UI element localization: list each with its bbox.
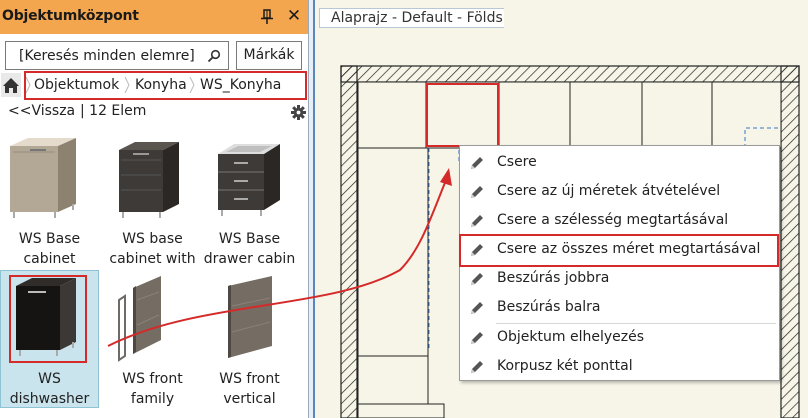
menu-item-label: Objektum elhelyezés bbox=[497, 329, 644, 345]
catalog-item-label: family bbox=[130, 391, 175, 407]
catalog-item-label: cabinet with bbox=[109, 251, 196, 267]
view-tab[interactable]: Alaprajz - Default - Földs bbox=[319, 8, 504, 28]
menu-item-replace[interactable]: Csere bbox=[460, 149, 779, 177]
search-input-value: [Keresés minden elemre] bbox=[19, 48, 195, 64]
pin-icon[interactable] bbox=[260, 9, 274, 25]
item-count: | 12 Elem bbox=[80, 103, 147, 119]
brands-button[interactable]: Márkák bbox=[236, 41, 302, 70]
pencil-icon bbox=[471, 215, 483, 227]
menu-item-highlight-annotation bbox=[459, 234, 779, 267]
base-drawer-cabinet-thumbnail bbox=[218, 144, 280, 216]
menu-item-insert-left[interactable]: Beszúrás balra bbox=[460, 294, 779, 322]
breadcrumb-highlight-annotation bbox=[24, 71, 307, 100]
pencil-icon bbox=[471, 361, 483, 373]
catalog-item-label: drawer cabin bbox=[203, 251, 296, 267]
menu-item-label: Beszúrás balra bbox=[497, 299, 601, 315]
gear-icon[interactable] bbox=[291, 105, 306, 120]
catalog-item-label: WS Base bbox=[18, 231, 81, 247]
menu-item-label: Csere az új méretek átvételével bbox=[497, 183, 721, 199]
pencil-icon bbox=[471, 273, 483, 285]
catalog-item-label: cabinet bbox=[23, 251, 76, 267]
catalog-item-label: WS front bbox=[122, 371, 183, 387]
menu-item-label: Beszúrás jobbra bbox=[497, 270, 610, 286]
menu-item-carcass-two-points[interactable]: Korpusz két ponttal bbox=[460, 353, 779, 381]
pencil-icon bbox=[471, 157, 483, 169]
panel-title: Objektumközpont bbox=[2, 8, 139, 24]
search-icon[interactable] bbox=[207, 49, 221, 63]
menu-item-replace-new-size[interactable]: Csere az új méretek átvételével bbox=[460, 178, 779, 206]
front-vertical-thumbnail bbox=[228, 276, 272, 358]
pencil-icon bbox=[471, 302, 483, 314]
back-link[interactable]: <<Vissza bbox=[8, 103, 75, 119]
catalog-item-base-cabinet-with[interactable]: WS base cabinet with bbox=[103, 130, 202, 270]
catalog-item-label: WS base bbox=[122, 231, 183, 247]
base-cabinet-thumbnail bbox=[10, 138, 76, 218]
catalog-item-label: dishwasher bbox=[9, 391, 90, 407]
catalog-item-base-cabinet[interactable]: WS Base cabinet bbox=[0, 130, 99, 270]
catalog-item-front-family[interactable]: WS front family bbox=[103, 270, 202, 410]
view-title: Alaprajz - Default - Földs bbox=[331, 10, 503, 26]
panel-title-bar: Objektumközpont ✕ bbox=[0, 0, 308, 34]
front-family-thumbnail bbox=[118, 276, 161, 362]
dishwasher-highlight-annotation bbox=[9, 275, 87, 363]
catalog-item-label: WS Base bbox=[218, 231, 281, 247]
catalog-item-front-vertical[interactable]: WS front vertical bbox=[200, 270, 299, 410]
base-cabinet-with-thumbnail bbox=[119, 142, 179, 218]
breadcrumb: Objektumok Konyha WS_Konyha bbox=[0, 71, 308, 100]
catalog-item-label: WS bbox=[38, 371, 61, 387]
catalog-item-label: vertical bbox=[223, 391, 276, 407]
menu-item-insert-right[interactable]: Beszúrás jobbra bbox=[460, 265, 779, 293]
menu-item-label: Csere bbox=[497, 154, 537, 170]
search-input[interactable]: [Keresés minden elemre] bbox=[5, 41, 229, 70]
home-icon[interactable] bbox=[1, 73, 21, 97]
pencil-icon bbox=[471, 332, 483, 344]
catalog-item-label: WS front bbox=[219, 371, 280, 387]
pencil-icon bbox=[471, 186, 483, 198]
menu-item-label: Korpusz két ponttal bbox=[497, 358, 633, 374]
catalog-item-base-drawer-cabinet[interactable]: WS Base drawer cabin bbox=[200, 130, 299, 270]
menu-item-object-placement[interactable]: Objektum elhelyezés bbox=[460, 324, 779, 352]
object-center-panel: Objektumközpont ✕ [Keresés minden elemre… bbox=[0, 0, 309, 418]
close-icon[interactable]: ✕ bbox=[285, 7, 303, 25]
menu-item-label: Csere a szélesség megtartásával bbox=[497, 212, 729, 228]
menu-item-replace-keep-width[interactable]: Csere a szélesség megtartásával bbox=[460, 207, 779, 235]
